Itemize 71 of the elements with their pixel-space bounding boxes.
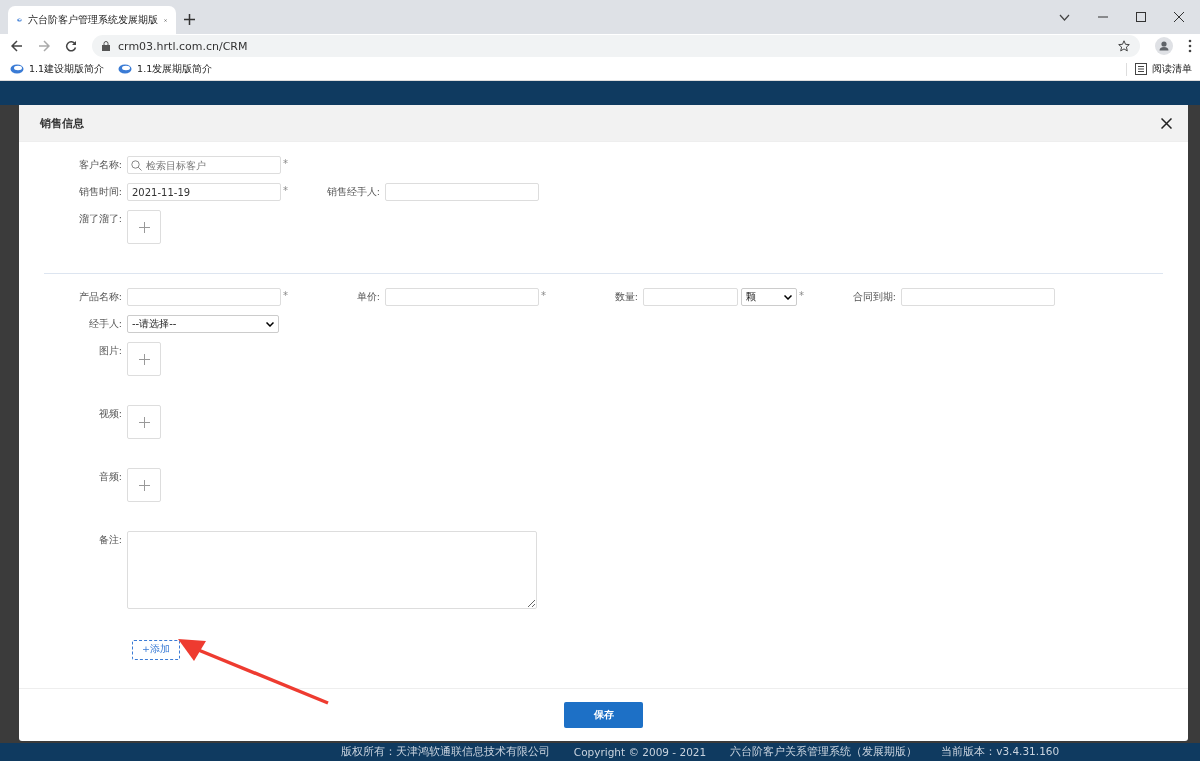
upload-button[interactable]: [127, 210, 161, 244]
save-button[interactable]: 保存: [564, 702, 643, 728]
star-icon[interactable]: [1118, 40, 1130, 52]
modal-title: 销售信息: [40, 115, 84, 131]
plus-icon: [138, 353, 150, 365]
input-field[interactable]: [127, 288, 281, 306]
logo-icon: [10, 64, 24, 74]
field-label: 销售经手人:: [325, 185, 381, 199]
tab-title: 六台阶客户管理系统发展期版: [27, 13, 158, 27]
plus-icon: [138, 416, 150, 428]
search-icon: [131, 159, 142, 171]
field-label: 销售时间:: [77, 185, 123, 199]
search-field[interactable]: 检索目标客户: [127, 156, 281, 174]
forward-icon[interactable]: [38, 40, 50, 52]
field-label: 经手人:: [87, 317, 123, 331]
address-bar[interactable]: crm03.hrtl.com.cn/CRM: [92, 35, 1140, 57]
input-field[interactable]: [643, 288, 738, 306]
close-icon[interactable]: [1161, 117, 1172, 129]
upload-button[interactable]: [127, 468, 161, 502]
required-mark: *: [282, 289, 288, 303]
input-field[interactable]: [901, 288, 1055, 306]
reload-icon[interactable]: [65, 40, 77, 52]
input-field[interactable]: [385, 288, 539, 306]
field-label: 单价:: [355, 290, 381, 304]
field-label: 视频:: [97, 407, 123, 421]
logo-icon: [118, 64, 133, 74]
new-tab-icon[interactable]: [184, 13, 195, 25]
back-icon[interactable]: [11, 40, 23, 52]
input-field[interactable]: [385, 183, 539, 201]
footer-text: 六台阶客户关系管理系统（发展期版）: [730, 745, 918, 759]
chevron-down-icon: [784, 294, 792, 300]
required-mark: *: [282, 157, 288, 171]
footer-text: Copyright © 2009 - 2021: [573, 746, 707, 758]
field-label: 合同到期:: [851, 290, 897, 304]
plus-icon: [138, 221, 150, 233]
input-field[interactable]: 2021-11-19: [127, 183, 281, 201]
dropdown[interactable]: --请选择--: [127, 315, 279, 333]
bookmark-label: 1.1建设期版简介: [29, 62, 105, 76]
menu-icon[interactable]: [1188, 39, 1192, 53]
field-label: 溜了溜了:: [77, 212, 123, 226]
upload-button[interactable]: [127, 342, 161, 376]
field-label: 数量:: [613, 290, 639, 304]
list-icon: [1135, 63, 1147, 75]
close-icon[interactable]: [1174, 12, 1184, 22]
add-button[interactable]: +添加: [132, 639, 180, 660]
notes-field[interactable]: [127, 531, 537, 609]
browser-tab[interactable]: 六台阶客户管理系统发展期版: [8, 6, 176, 34]
lock-icon: [102, 41, 110, 51]
profile-icon[interactable]: [1155, 37, 1173, 55]
field-label: 客户名称:: [77, 158, 123, 172]
footer-text: 版权所有：天津鸿软通联信息技术有限公司: [340, 745, 550, 759]
required-mark: *: [798, 289, 804, 303]
bookmark[interactable]: 1.1发展期版简介: [118, 62, 213, 76]
field-label: 备注:: [97, 533, 123, 547]
footer-text: 当前版本：v3.4.31.160: [941, 745, 1060, 759]
required-mark: *: [282, 184, 288, 198]
field-label: 音频:: [97, 470, 123, 484]
chevron-down-icon: [266, 321, 274, 327]
bookmark[interactable]: 1.1建设期版简介: [10, 62, 105, 76]
maximize-icon[interactable]: [1136, 12, 1146, 22]
plus-icon: [138, 479, 150, 491]
field-label: 图片:: [97, 344, 123, 358]
required-mark: *: [540, 289, 546, 303]
unit-dropdown[interactable]: 颗: [741, 288, 797, 306]
url-text: crm03.hrtl.com.cn/CRM: [118, 39, 248, 53]
field-label: 产品名称:: [77, 290, 123, 304]
upload-button[interactable]: [127, 405, 161, 439]
bookmark-label: 1.1发展期版简介: [137, 62, 213, 76]
reading-list-button[interactable]: 阅读清单: [1126, 62, 1192, 76]
logo-icon: [17, 15, 22, 25]
chevron-down-icon[interactable]: [1059, 13, 1070, 21]
